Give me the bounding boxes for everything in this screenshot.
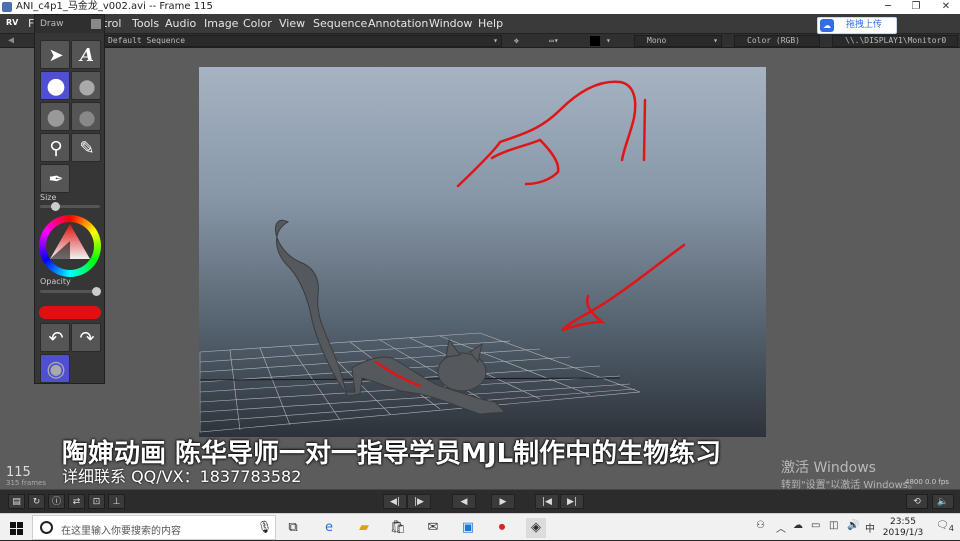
record-icon[interactable]: ⏺: [492, 518, 512, 538]
search-placeholder: 在这里输入你要搜索的内容: [61, 526, 181, 537]
dodge-tool-button[interactable]: ✎: [71, 133, 101, 162]
play-forward-button[interactable]: ▶: [491, 494, 515, 509]
opacity-slider-knob[interactable]: [92, 287, 102, 296]
text-tool-button[interactable]: A: [71, 40, 101, 69]
cortana-icon: [40, 521, 53, 534]
loop-icon[interactable]: ⟲: [906, 494, 928, 509]
size-slider-knob[interactable]: [51, 202, 60, 211]
task-view-icon[interactable]: ⧉: [283, 518, 303, 538]
microphone-icon[interactable]: 🎙: [257, 520, 272, 534]
panel-close-icon[interactable]: [91, 19, 101, 29]
undo-button[interactable]: ↶: [40, 323, 70, 352]
size-slider[interactable]: [40, 205, 100, 208]
ime-indicator[interactable]: 中: [865, 520, 875, 535]
hard-brush-button[interactable]: ●: [40, 71, 70, 100]
clear-frame-button[interactable]: ◉: [40, 354, 70, 383]
activation-watermark-title: 激活 Windows: [781, 460, 876, 476]
timeline-icon[interactable]: ▤: [8, 494, 25, 509]
network-icon[interactable]: ◫: [829, 520, 838, 531]
people-icon[interactable]: ⚇: [756, 520, 765, 531]
system-clock[interactable]: 23:55 2019/1/3: [879, 517, 927, 539]
hard-brush-icon: ●: [46, 74, 66, 99]
stroke-color-button[interactable]: [39, 306, 101, 319]
rv-player-icon[interactable]: ◈: [526, 518, 546, 538]
soft-brush-icon: ●: [78, 74, 96, 98]
clock-time: 23:55: [890, 517, 916, 527]
playback-bar: ▤ ↻ ⓘ ⇄ ⊡ ⊥ ◀| |▶ ◀ ▶ |◀ ▶| ⟲ 🔈: [0, 489, 960, 513]
start-button[interactable]: [0, 514, 32, 541]
redo-icon: ↷: [79, 328, 95, 349]
fps-readout: 4800 0.0 fps: [905, 478, 949, 486]
eyedropper-icon: ✒: [48, 169, 64, 190]
store-icon[interactable]: 🛍: [388, 518, 408, 538]
bookmark-icon[interactable]: ⊥: [108, 494, 125, 509]
play-backward-button[interactable]: ◀: [452, 494, 476, 509]
cloud-sync-icon[interactable]: ☁: [793, 520, 803, 531]
show-hidden-icons[interactable]: ︿: [776, 520, 786, 535]
contact-subtitle: 详细联系 QQ/VX：1837783582: [62, 467, 302, 486]
smudge-brush-button[interactable]: ●: [71, 102, 101, 131]
magnifier-icon: ⚲: [49, 138, 63, 159]
app-window-icon[interactable]: ▣: [458, 518, 478, 538]
text-a-icon: A: [80, 45, 94, 66]
undo-icon: ↶: [48, 328, 64, 349]
info-icon[interactable]: ⓘ: [48, 494, 65, 509]
draw-panel: Draw ➤ A ● ● ● ● ⚲ ✎ ✒ Size Opacity ↶ ↷ …: [34, 14, 105, 384]
select-tool-button[interactable]: ➤: [40, 40, 70, 69]
pointer-arrow-icon: ➤: [48, 45, 64, 66]
battery-icon[interactable]: ▭: [811, 520, 820, 531]
soft-brush-button[interactable]: ●: [71, 71, 101, 100]
refresh-icon[interactable]: ↻: [28, 494, 45, 509]
draw-panel-header[interactable]: Draw: [35, 15, 104, 33]
draw-panel-title: Draw: [40, 19, 64, 29]
notification-center-icon[interactable]: 🗨4: [936, 520, 954, 533]
color-triangle[interactable]: [39, 215, 101, 277]
notification-count: 4: [948, 523, 955, 533]
edge-browser-icon[interactable]: e: [319, 518, 339, 538]
eyedropper-tool-button[interactable]: ✒: [40, 164, 70, 193]
file-explorer-icon[interactable]: ▰: [354, 518, 374, 538]
frame-count: 315 frames: [6, 479, 46, 487]
clear-icon: ◉: [46, 357, 66, 382]
smudge-brush-icon: ●: [78, 105, 96, 129]
windows-taskbar: 在这里输入你要搜索的内容 🎙 ⧉ e ▰ 🛍 ✉ ▣ ⏺ ◈ ⚇ ︿ ☁ ▭ ◫…: [0, 513, 960, 540]
size-label: Size: [40, 193, 57, 202]
color-wheel[interactable]: [39, 215, 101, 277]
redo-button[interactable]: ↷: [71, 323, 101, 352]
windows-logo-icon: [10, 522, 16, 528]
opacity-slider[interactable]: [40, 290, 100, 293]
speaker-icon[interactable]: 🔊: [847, 520, 859, 531]
go-start-button[interactable]: |◀: [535, 494, 559, 509]
step-back-button[interactable]: ◀|: [383, 494, 407, 509]
mark-icon[interactable]: ⊡: [88, 494, 105, 509]
dodge-icon: ✎: [79, 138, 95, 159]
mail-icon[interactable]: ✉: [423, 518, 443, 538]
taskbar-search-box[interactable]: 在这里输入你要搜索的内容 🎙: [32, 515, 276, 540]
step-forward-button[interactable]: |▶: [407, 494, 431, 509]
go-end-button[interactable]: ▶|: [560, 494, 584, 509]
sync-icon[interactable]: ⇄: [68, 494, 85, 509]
volume-icon[interactable]: 🔈: [932, 494, 954, 509]
zoom-tool-button[interactable]: ⚲: [40, 133, 70, 162]
clock-date: 2019/1/3: [882, 528, 924, 538]
opacity-label: Opacity: [40, 277, 71, 286]
clone-brush-button[interactable]: ●: [40, 102, 70, 131]
frame-number: 115: [6, 465, 31, 480]
clone-brush-icon: ●: [46, 105, 66, 130]
annotation-strokes: [374, 80, 686, 388]
